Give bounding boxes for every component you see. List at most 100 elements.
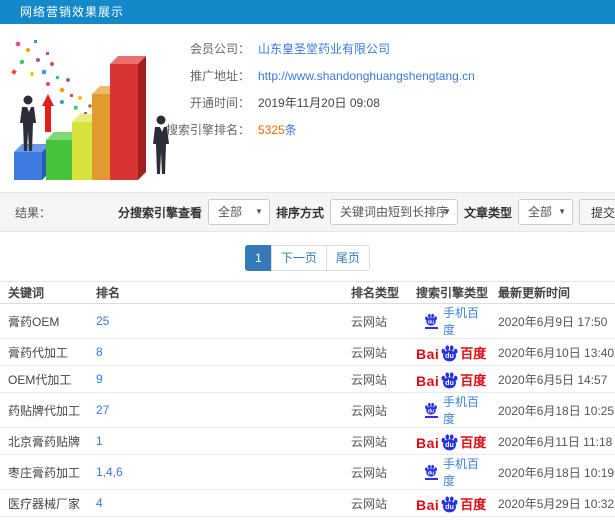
mobile-baidu-logo: du 手机百度: [424, 304, 490, 338]
page-title: 网络营销效果展示: [20, 5, 125, 19]
company-label: 会员公司：: [189, 42, 250, 56]
updated-time-cell: 2020年6月18日 10:25: [490, 392, 615, 428]
table-header-row: 关键词 排名 排名类型 搜索引擎类型 最新更新时间: [0, 281, 615, 304]
table-row: 医疗器械厂家 4 云网站 Bai du 百度 2020年5月29日 10:32: [0, 489, 615, 517]
rank-type-cell: 云网站: [343, 365, 408, 393]
updated-time-cell: 2020年6月9日 17:50: [490, 303, 615, 339]
keyword-cell: 枣庄膏药加工: [0, 454, 88, 490]
rank-cell: 4: [88, 489, 343, 517]
rank-type-cell: 云网站: [343, 303, 408, 339]
engine-type-cell: Bai du 百度: [408, 489, 490, 517]
rank-link[interactable]: 27: [96, 403, 109, 417]
engine-type-cell: Bai du 百度: [408, 365, 490, 393]
updated-time-cell: 2020年6月5日 14:57: [490, 365, 615, 393]
chevron-down-icon: ▼: [443, 207, 451, 216]
table-row: 膏药OEM 25 云网站 du 手机百度 2020年6月9日 17:50: [0, 303, 615, 339]
info-row-open-time: 开通时间： 2019年11月20日 09:08: [162, 89, 475, 116]
baidu-logo-bai-text: Bai: [416, 345, 440, 362]
engine-view-select[interactable]: 全部 ▼: [207, 199, 270, 225]
baidu-logo-cn-text: 百度: [460, 345, 487, 361]
keyword-cell: 膏药代加工: [0, 338, 88, 366]
promo-url-link[interactable]: http://www.shandonghuangshengtang.cn: [258, 69, 475, 83]
svg-text:du: du: [445, 379, 454, 387]
pagination: 1 下一页 尾页: [0, 245, 615, 272]
table-body: 膏药OEM 25 云网站 du 手机百度 2020年6月9日 17:50 膏药代加工 8 云…: [0, 303, 615, 520]
info-row-ranking-count: 搜索引擎排名： 5325 条: [162, 116, 475, 143]
table-row: 北京膏药贴牌 1 云网站 Bai du 百度 2020年6月11日 11:18: [0, 427, 615, 455]
article-type-select[interactable]: 全部 ▼: [518, 199, 573, 225]
baidu-paw-icon: du: [424, 313, 438, 329]
growth-bar-chart-illustration: [11, 40, 169, 180]
keyword-cell: 医疗器械厂家: [0, 489, 88, 517]
rank-link[interactable]: 1,4,6: [96, 465, 123, 479]
rank-link[interactable]: 25: [96, 314, 109, 328]
baidu-paw-icon: du: [440, 433, 459, 451]
baidu-logo: Bai du 百度: [416, 432, 486, 451]
info-section: 会员公司： 山东皇圣堂药业有限公司 推广地址： http://www.shand…: [0, 24, 615, 192]
keyword-cell: 菏泽膏药厂家: [0, 516, 88, 520]
article-type-label: 文章类型: [463, 205, 512, 220]
baidu-logo-cn-text: 百度: [460, 496, 487, 512]
baidu-paw-icon: du: [424, 464, 438, 480]
sort-select[interactable]: 关键词由短到长排序 ▼: [329, 199, 458, 225]
baidu-paw-icon: du: [440, 344, 459, 362]
engine-view-selected: 全部: [217, 205, 242, 219]
col-keyword: 关键词: [0, 281, 88, 304]
last-page-button[interactable]: 尾页: [325, 245, 370, 271]
rank-type-cell: 云网站: [343, 392, 408, 428]
keyword-cell: 膏药OEM: [0, 303, 88, 339]
rank-cell: 8: [88, 338, 343, 366]
mobile-baidu-logo: du 手机百度: [424, 393, 490, 427]
company-info: 会员公司： 山东皇圣堂药业有限公司 推广地址： http://www.shand…: [162, 35, 475, 143]
open-time-label: 开通时间：: [189, 96, 250, 110]
mobile-baidu-label: 手机百度: [443, 306, 480, 337]
info-row-company: 会员公司： 山东皇圣堂药业有限公司: [162, 35, 475, 62]
businessman-left: [20, 95, 36, 151]
chevron-down-icon: ▼: [558, 207, 566, 216]
table-row: OEM代加工 9 云网站 Bai du 百度 2020年6月5日 14:57: [0, 365, 615, 393]
submit-button[interactable]: 提交: [579, 199, 615, 225]
engine-type-cell: Bai du 百度: [408, 427, 490, 455]
col-rank: 排名: [88, 281, 343, 304]
rank-cell: 1: [88, 427, 343, 455]
mobile-baidu-label: 手机百度: [443, 457, 480, 488]
col-engine-type: 搜索引擎类型: [408, 281, 490, 304]
engine-type-cell: du 手机百度: [408, 516, 490, 520]
ranking-count-value: 5325: [258, 122, 285, 137]
baidu-logo-bai-text: Bai: [416, 372, 440, 389]
rank-cell: 27: [88, 392, 343, 428]
company-link[interactable]: 山东皇圣堂药业有限公司: [258, 40, 390, 57]
updated-time-cell: 2020年5月29日 10:32: [490, 489, 615, 517]
engine-type-cell: Bai du 百度: [408, 338, 490, 366]
rank-link[interactable]: 1: [96, 434, 103, 448]
rank-link[interactable]: 4: [96, 496, 103, 510]
rank-type-cell: 云网站: [343, 454, 408, 490]
chevron-down-icon: ▼: [255, 207, 263, 216]
baidu-logo-bai-text: Bai: [416, 434, 440, 451]
rank-type-cell: 云网站: [343, 427, 408, 455]
keyword-rank-table: 关键词 排名 排名类型 搜索引擎类型 最新更新时间 膏药OEM 25 云网站 du …: [0, 281, 615, 520]
info-row-url: 推广地址： http://www.shandonghuangshengtang.…: [162, 62, 475, 89]
engine-type-cell: du 手机百度: [408, 454, 490, 490]
rank-cell: 1,4,6: [88, 454, 343, 490]
rank-type-cell: 云网站: [343, 489, 408, 517]
updated-time-cell: 2020年6月10日 13:40: [490, 338, 615, 366]
open-time-value: 2019年11月20日 09:08: [258, 96, 380, 110]
next-page-button[interactable]: 下一页: [270, 245, 327, 271]
page-1-button[interactable]: 1: [245, 245, 272, 271]
baidu-logo: Bai du 百度: [416, 343, 486, 362]
engine-type-cell: du 手机百度: [408, 392, 490, 428]
header-bar: 网络营销效果展示: [0, 0, 615, 24]
promo-url-label: 推广地址：: [189, 69, 250, 83]
svg-text:du: du: [428, 470, 434, 476]
col-updated: 最新更新时间: [490, 281, 615, 304]
article-type-selected: 全部: [528, 205, 553, 219]
filter-bar: 结果： 分搜索引擎查看 全部 ▼ 排序方式 关键词由短到长排序 ▼ 文章类型 全…: [0, 192, 615, 232]
rank-link[interactable]: 8: [96, 345, 103, 359]
mobile-baidu-logo: du 手机百度: [424, 455, 490, 489]
sort-selected: 关键词由短到长排序: [339, 205, 448, 219]
rank-type-cell: 云网站: [343, 338, 408, 366]
updated-time-cell: 2020年6月11日 11:18: [490, 427, 615, 455]
baidu-paw-icon: du: [440, 371, 459, 389]
rank-link[interactable]: 9: [96, 372, 103, 386]
